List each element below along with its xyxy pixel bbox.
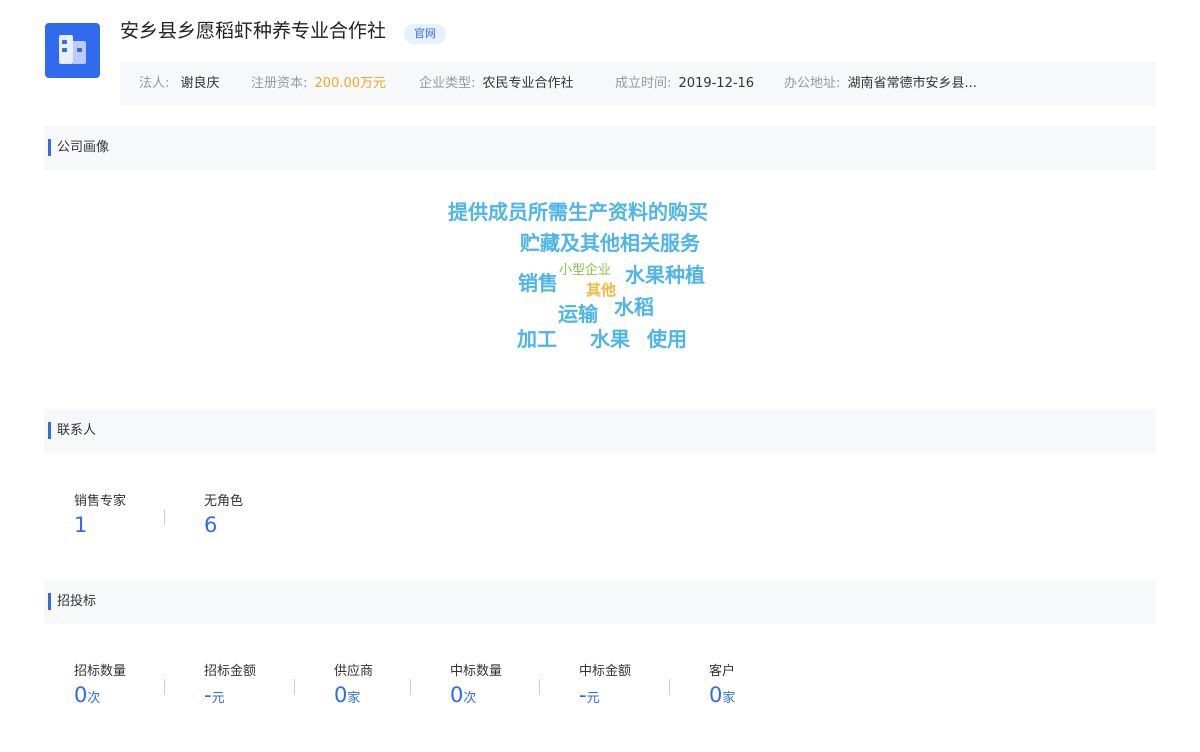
registered-capital: 注册资本: 200.00万元 (251, 76, 387, 91)
founded-date-value: 2019-12-16 (678, 76, 755, 91)
legal-person: 法人: 谢良庆 (139, 76, 220, 91)
stat-unit: 家 (347, 691, 361, 706)
cloud-word: 提供成员所需生产资料的购买 (448, 200, 708, 224)
cloud-word: 小型企业 (559, 263, 612, 278)
stat-label: 中标金额 (579, 664, 632, 679)
capital-value: 200.00万元 (314, 76, 387, 91)
company-logo (45, 23, 100, 78)
stat-label: 客户 (709, 664, 736, 679)
company-type: 企业类型: 农民专业合作社 (419, 76, 574, 91)
section-title: 招投标 (57, 594, 97, 609)
stat-tender-count[interactable]: 招标数量 0次 (74, 663, 126, 711)
stat-unit: 次 (463, 691, 477, 706)
cloud-word: 销售 (518, 271, 558, 295)
stat-divider (669, 679, 670, 695)
company-type-value: 农民专业合作社 (482, 76, 574, 91)
stat-unit: 家 (722, 691, 736, 706)
stat-divider (164, 509, 165, 525)
stat-suppliers[interactable]: 供应商 0家 (334, 663, 373, 711)
stat-value: -元 (579, 683, 600, 707)
cloud-word: 贮藏及其他相关服务 (520, 231, 700, 255)
legal-person-name[interactable]: 谢良庆 (181, 76, 220, 91)
stat-value: -元 (204, 683, 225, 707)
cloud-word: 水果 (590, 327, 630, 351)
stat-unit: 元 (211, 691, 225, 706)
founded-date: 成立时间: 2019-12-16 (615, 76, 755, 91)
contacts-section-header: 联系人 (44, 409, 1156, 453)
section-accent-bar (48, 593, 51, 610)
stat-label: 供应商 (334, 664, 374, 679)
stat-divider (294, 679, 295, 695)
stat-tender-amount[interactable]: 招标金额 -元 (204, 663, 256, 711)
stat-label: 招标数量 (74, 664, 127, 679)
bidding-section-header: 招投标 (44, 580, 1156, 624)
stat-label: 无角色 (204, 494, 244, 509)
portrait-section-header: 公司画像 (44, 126, 1156, 170)
stat-label: 中标数量 (450, 664, 503, 679)
word-cloud: 提供成员所需生产资料的购买 贮藏及其他相关服务 销售 小型企业 其他 水果种植 … (400, 190, 800, 370)
cloud-word: 运输 (558, 302, 598, 326)
cloud-word: 使用 (647, 327, 687, 351)
stat-label: 销售专家 (74, 494, 127, 509)
stat-customers[interactable]: 客户 0家 (709, 663, 735, 711)
stat-value: 6 (204, 513, 218, 537)
stat-divider (410, 679, 411, 695)
stat-divider (539, 679, 540, 695)
section-accent-bar (48, 139, 51, 156)
stat-value: 0次 (450, 683, 477, 707)
company-name: 安乡县乡愿稻虾种养专业合作社 (120, 20, 387, 42)
stat-label: 招标金额 (204, 664, 257, 679)
cloud-word: 水稻 (614, 295, 654, 319)
cloud-word: 水果种植 (625, 263, 705, 287)
address-value[interactable]: 湖南省常德市安乡县... (848, 76, 977, 91)
stat-bid-win-count[interactable]: 中标数量 0次 (450, 663, 502, 711)
stat-divider (164, 679, 165, 695)
section-title: 公司画像 (57, 140, 110, 155)
stat-unit: 元 (586, 691, 600, 706)
stat-value: 0家 (334, 683, 361, 707)
company-info-bar: 法人: 谢良庆 注册资本: 200.00万元 企业类型: 农民专业合作社 成立时… (120, 62, 1156, 105)
section-title: 联系人 (57, 423, 97, 438)
stat-value: 0家 (709, 683, 736, 707)
stat-bid-win-amount[interactable]: 中标金额 -元 (579, 663, 631, 711)
section-accent-bar (48, 422, 51, 439)
stat-value: 1 (74, 513, 88, 537)
cloud-word: 其他 (586, 281, 617, 299)
office-address: 办公地址: 湖南省常德市安乡县... (784, 76, 977, 91)
stat-no-role[interactable]: 无角色 6 (204, 493, 243, 537)
official-site-tag[interactable]: 官网 (404, 24, 446, 44)
stat-value: 0次 (74, 683, 101, 707)
stat-sales-expert[interactable]: 销售专家 1 (74, 493, 126, 537)
cloud-word: 加工 (517, 327, 557, 351)
stat-unit: 次 (87, 691, 101, 706)
